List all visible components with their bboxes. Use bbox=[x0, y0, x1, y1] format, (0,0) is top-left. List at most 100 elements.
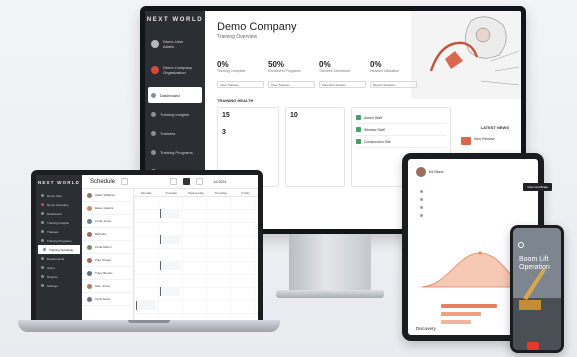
list-item[interactable]: Admin Staff bbox=[356, 112, 446, 124]
avatar bbox=[87, 244, 92, 250]
chevron-right-icon[interactable] bbox=[196, 178, 204, 185]
avatar bbox=[87, 218, 92, 224]
status-icon bbox=[356, 115, 361, 120]
news-item[interactable]: New Release bbox=[461, 137, 513, 153]
sidebar-item-settings[interactable]: Settings bbox=[36, 281, 82, 290]
status-icon bbox=[356, 127, 361, 132]
sidebar-item-user[interactable]: Demo User bbox=[36, 191, 82, 200]
avatar bbox=[87, 231, 92, 237]
sidebar-item-insights[interactable]: Training Insights bbox=[36, 218, 82, 227]
brand-logo: NEXT WORLD bbox=[146, 17, 204, 23]
list-item[interactable]: Linda Jones bbox=[82, 215, 133, 228]
laptop-main: Schedule Jul 2024 Adam Williams Eileen A… bbox=[82, 175, 258, 320]
trainee-details bbox=[420, 187, 432, 219]
chevron-left-icon[interactable] bbox=[170, 178, 178, 185]
sidebar-item-insights[interactable]: Training Insights bbox=[145, 106, 205, 122]
schedule-session-button[interactable]: Schedule Session bbox=[319, 81, 366, 88]
avatar bbox=[87, 283, 92, 289]
calendar-event[interactable] bbox=[160, 287, 180, 296]
avatar bbox=[87, 205, 92, 211]
course-title: Boom Lift Operation bbox=[519, 256, 550, 271]
breakdown-bar bbox=[418, 319, 471, 324]
dashboard-icon bbox=[151, 92, 156, 98]
schedule-header: Schedule Jul 2024 bbox=[82, 175, 258, 189]
avatar-icon bbox=[41, 194, 44, 197]
monitor-stand bbox=[289, 234, 371, 292]
list-item[interactable]: Sam Jones bbox=[82, 280, 133, 293]
sidebar-item-reports[interactable]: Reports bbox=[36, 272, 82, 281]
recent-sessions-button[interactable]: Recent Sessions bbox=[370, 81, 417, 88]
programs-icon bbox=[41, 239, 44, 242]
calendar-event[interactable] bbox=[160, 209, 180, 218]
user-profile[interactable]: Demo User Admin bbox=[145, 35, 205, 53]
list-item[interactable]: Linda Martin bbox=[82, 241, 133, 254]
calendar-event[interactable] bbox=[160, 235, 180, 244]
stats-panel-secondary: 10 bbox=[285, 107, 345, 187]
sidebar-item-trainees[interactable]: Trainees bbox=[145, 125, 205, 141]
page-title: Schedule bbox=[90, 178, 116, 185]
brand-logo: NEXT WORLD bbox=[37, 180, 81, 185]
company-icon bbox=[41, 203, 44, 206]
user-icon bbox=[41, 266, 44, 269]
news-thumbnail bbox=[461, 137, 471, 145]
sidebar-item-schedule[interactable]: Training Schedule bbox=[38, 245, 80, 254]
kpi-training-complete: 0% Training Complete View Trainees bbox=[217, 60, 264, 88]
month-label: Jul 2024 bbox=[213, 179, 227, 184]
list-item[interactable]: Michelle bbox=[82, 228, 133, 241]
phone: Boom Lift Operation bbox=[510, 225, 564, 353]
laptop-screen: NEXT WORLD Demo User Demo Company Dashbo… bbox=[36, 175, 258, 320]
mail-icon bbox=[420, 197, 423, 201]
company-logo bbox=[151, 66, 159, 74]
reports-icon bbox=[41, 275, 44, 278]
departments-icon bbox=[41, 257, 44, 260]
kpi-scheduled: 0% Trainees Scheduled Schedule Session bbox=[319, 60, 366, 88]
people-list: Adam Williams Eileen Adams Linda Jones M… bbox=[82, 189, 134, 320]
avatar bbox=[87, 296, 92, 302]
list-item[interactable]: Paul Ortega bbox=[82, 254, 133, 267]
view-enrolled-button[interactable]: View Trainees bbox=[268, 81, 315, 88]
list-item[interactable]: Construction Site bbox=[356, 136, 446, 148]
user-role: Admin bbox=[163, 44, 175, 49]
avatar bbox=[416, 167, 426, 177]
calendar-event[interactable] bbox=[160, 261, 180, 270]
search-icon[interactable] bbox=[121, 178, 129, 185]
sidebar-item-trainees[interactable]: Trainees bbox=[36, 227, 82, 236]
trainee-profile: Ed Stone bbox=[416, 167, 443, 177]
sidebar-item-programs[interactable]: Training Programs bbox=[36, 236, 82, 245]
kpi-row: 0% Training Complete View Trainees 50% E… bbox=[217, 60, 417, 88]
calendar-grid: Monday Tuesday Wednesday Thursday Friday bbox=[134, 189, 258, 320]
sidebar-item-dashboard[interactable]: Dashboard bbox=[36, 209, 82, 218]
insights-icon bbox=[151, 111, 156, 117]
kpi-enrolled: 50% Enrolled in Programs View Trainees bbox=[268, 60, 315, 88]
list-item[interactable]: Chris Davis bbox=[82, 293, 133, 306]
marketing-device-mockup: NEXT WORLD Demo User Admin Demo Company Or… bbox=[0, 0, 577, 357]
list-item[interactable]: Tracy Brooks bbox=[82, 267, 133, 280]
avatar bbox=[151, 40, 159, 48]
company-switcher[interactable]: Demo Company Organization bbox=[145, 61, 205, 79]
view-certificate-button[interactable]: View Certificate bbox=[523, 183, 552, 191]
view-toggle[interactable] bbox=[183, 178, 191, 185]
avatar bbox=[87, 270, 92, 276]
breakdown-bar bbox=[418, 311, 481, 316]
phone-screen: Boom Lift Operation bbox=[513, 228, 561, 350]
insights-icon bbox=[41, 221, 44, 224]
list-item[interactable]: Window Staff bbox=[356, 124, 446, 136]
company-role: Organization bbox=[163, 70, 186, 75]
list-item[interactable]: Adam Williams bbox=[82, 189, 133, 202]
sidebar-item-programs[interactable]: Training Programs bbox=[145, 144, 205, 160]
calendar-icon bbox=[43, 248, 46, 251]
sidebar-item-users[interactable]: Users bbox=[36, 263, 82, 272]
programs-icon bbox=[151, 149, 156, 155]
avatar bbox=[87, 257, 92, 263]
calendar-event[interactable] bbox=[136, 301, 156, 310]
play-icon[interactable] bbox=[527, 342, 539, 350]
gear-icon bbox=[41, 284, 44, 287]
users-icon bbox=[41, 230, 44, 233]
status-icon bbox=[356, 139, 361, 144]
sidebar-item-dashboard[interactable]: Dashboard bbox=[148, 87, 202, 103]
view-trainees-button[interactable]: View Trainees bbox=[217, 81, 264, 88]
sidebar-item-departments[interactable]: Departments bbox=[36, 254, 82, 263]
back-icon[interactable] bbox=[518, 242, 524, 248]
sidebar-item-company[interactable]: Demo Company bbox=[36, 200, 82, 209]
list-item[interactable]: Eileen Adams bbox=[82, 202, 133, 215]
